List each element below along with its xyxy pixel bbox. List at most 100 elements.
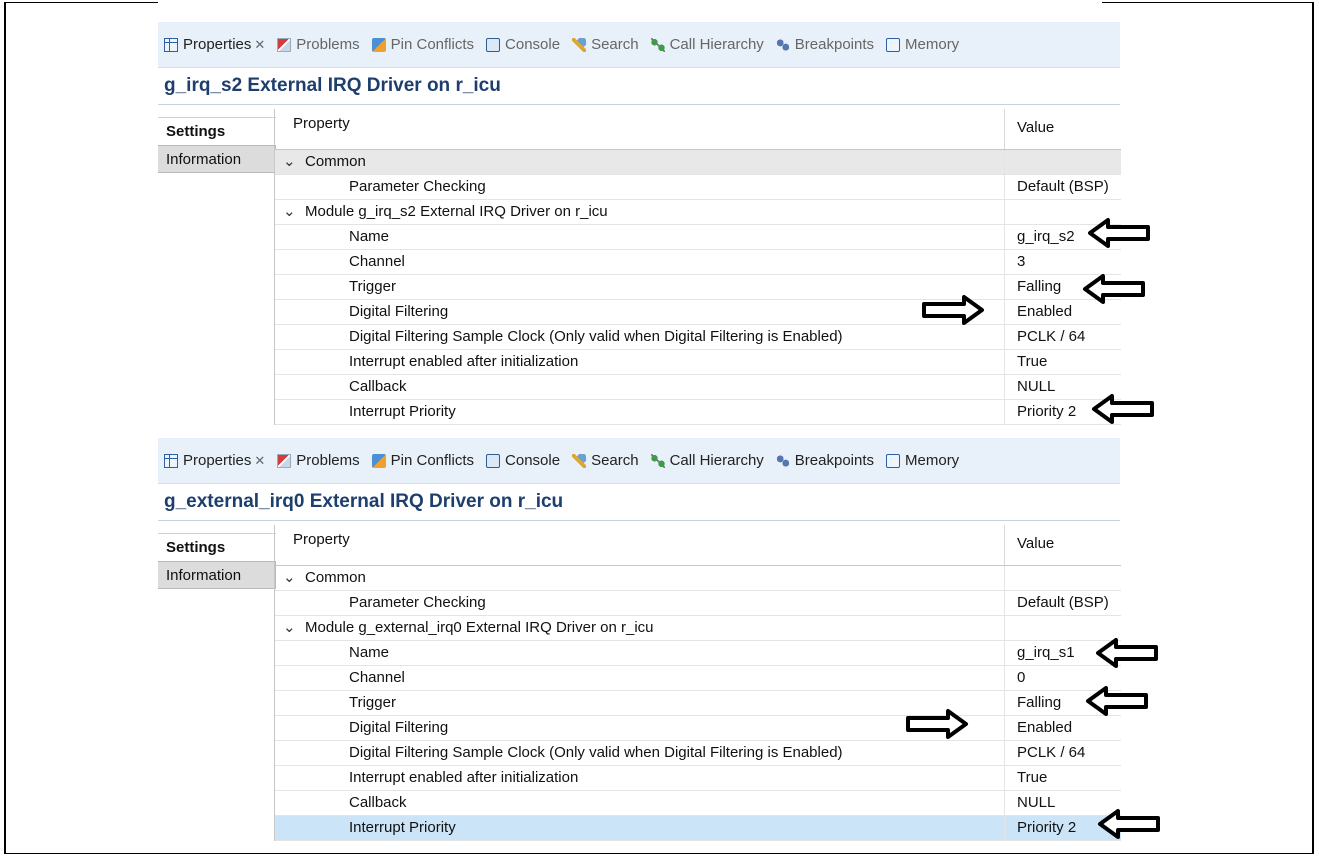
row-value: True [1017,769,1048,786]
table-row[interactable]: Digital Filtering Enabled [275,300,1121,325]
breakpoints-icon [775,37,790,52]
tab-memory[interactable]: Memory [886,452,959,469]
breakpoints-icon [775,453,790,468]
tab-label: Console [505,36,561,53]
property-column-header[interactable]: Property [275,525,1005,565]
table-row[interactable]: Interrupt enabled after initialization T… [275,766,1121,791]
table-row[interactable]: ⌄ Module g_external_irq0 External IRQ Dri… [275,616,1121,641]
tab-label: Problems [296,36,360,53]
table-row[interactable]: Interrupt enabled after initialization T… [275,350,1121,375]
side-tabs: Settings Information [158,105,276,173]
table-row[interactable]: Digital Filtering Enabled [275,716,1121,741]
property-column-header[interactable]: Property [275,109,1005,149]
table-row[interactable]: ⌄ Common [275,566,1121,591]
side-tabs: Settings Information [158,521,276,589]
row-value: 3 [1017,253,1026,270]
row-label: Callback [275,791,1005,815]
row-label: Interrupt Priority [275,400,1005,424]
console-icon [486,37,501,52]
value-column-header[interactable]: Value [1005,525,1121,565]
row-value: g_irq_s2 [1017,228,1075,245]
tab-label: Properties [183,452,252,469]
tab-search[interactable]: Search [572,36,639,53]
table-row[interactable]: ⌄ Common [275,150,1121,175]
tab-pin-conflicts[interactable]: Pin Conflicts [371,36,475,53]
table-row[interactable]: Channel 0 [275,666,1121,691]
table-row[interactable]: Channel 3 [275,250,1121,275]
row-value: NULL [1017,378,1056,395]
tab-label: Memory [905,36,960,53]
tab-call-hierarchy[interactable]: Call Hierarchy [650,452,764,469]
row-label: Digital Filtering [275,300,1005,324]
tab-memory[interactable]: Memory [886,36,959,53]
chevron-down-icon[interactable]: ⌄ [283,566,305,590]
tab-problems[interactable]: Problems [277,36,360,53]
row-label: Channel [275,666,1005,690]
close-icon[interactable]: ✕ [254,37,265,53]
value-column-header[interactable]: Value [1005,109,1121,149]
table-row[interactable]: Name g_irq_s2 [275,225,1121,250]
properties-icon [164,453,178,468]
tab-label: Call Hierarchy [669,452,764,469]
tab-information[interactable]: Information [158,145,276,173]
property-table: Property Value ⌄ Common Parameter Checkin… [274,109,1121,425]
chevron-down-icon[interactable]: ⌄ [283,200,305,224]
table-row[interactable]: Callback NULL [275,791,1121,816]
properties-icon [164,37,178,52]
tab-pin-conflicts[interactable]: Pin Conflicts [371,452,475,469]
tab-label: Breakpoints [794,452,875,469]
row-label: Common [305,569,366,586]
table-row[interactable]: Name g_irq_s1 [275,641,1121,666]
row-label: Parameter Checking [275,591,1005,615]
row-label: Digital Filtering Sample Clock (Only val… [275,325,1005,349]
row-label: Digital Filtering [275,716,1005,740]
tab-breakpoints[interactable]: Breakpoints [775,452,875,469]
close-icon[interactable]: ✕ [254,453,265,469]
tab-information[interactable]: Information [158,561,276,589]
tab-properties[interactable]: Properties ✕ [164,452,265,469]
table-row[interactable]: Parameter Checking Default (BSP) [275,591,1121,616]
tab-settings[interactable]: Settings [158,533,276,561]
table-row[interactable]: Trigger Falling [275,691,1121,716]
row-value: 0 [1017,669,1026,686]
table-row[interactable]: Trigger Falling [275,275,1121,300]
row-label: Interrupt enabled after initialization [275,350,1005,374]
tab-label: Pin Conflicts [390,36,475,53]
problems-icon [277,37,292,52]
problems-icon [277,453,292,468]
view-tab-bar: Properties ✕ Problems Pin Conflicts Cons… [158,438,1120,484]
table-row[interactable]: ⌄ Module g_irq_s2 External IRQ Driver on … [275,200,1121,225]
table-row[interactable]: Callback NULL [275,375,1121,400]
table-row[interactable]: Digital Filtering Sample Clock (Only val… [275,325,1121,350]
chevron-down-icon[interactable]: ⌄ [283,616,305,640]
table-row[interactable]: Interrupt Priority Priority 2 [275,816,1121,841]
row-value: Enabled [1017,303,1073,320]
row-label: Callback [275,375,1005,399]
table-row[interactable]: Parameter Checking Default (BSP) [275,175,1121,200]
tab-console[interactable]: Console [486,452,560,469]
tab-problems[interactable]: Problems [277,452,360,469]
tab-properties[interactable]: Properties ✕ [164,36,265,53]
chevron-down-icon[interactable]: ⌄ [283,150,305,174]
memory-icon [886,37,901,52]
tab-call-hierarchy[interactable]: Call Hierarchy [650,36,764,53]
frame-top-right-line [1102,2,1312,3]
tab-label: Properties [183,36,252,53]
tab-breakpoints[interactable]: Breakpoints [775,36,875,53]
tab-settings[interactable]: Settings [158,117,276,145]
search-icon [572,453,587,468]
row-label: Trigger [275,691,1005,715]
row-value: PCLK / 64 [1017,744,1086,761]
properties-panel-1: Properties ✕ Problems Pin Conflicts Cons… [158,22,1121,432]
table-row[interactable]: Digital Filtering Sample Clock (Only val… [275,741,1121,766]
row-value: Priority 2 [1017,403,1077,420]
tab-label: Breakpoints [794,36,875,53]
row-value [1005,616,1121,640]
tab-console[interactable]: Console [486,36,560,53]
tab-search[interactable]: Search [572,452,639,469]
row-value: Falling [1017,694,1062,711]
tab-label: Pin Conflicts [390,452,475,469]
row-value [1005,566,1121,590]
table-row[interactable]: Interrupt Priority Priority 2 [275,400,1121,425]
row-label: Digital Filtering Sample Clock (Only val… [275,741,1005,765]
